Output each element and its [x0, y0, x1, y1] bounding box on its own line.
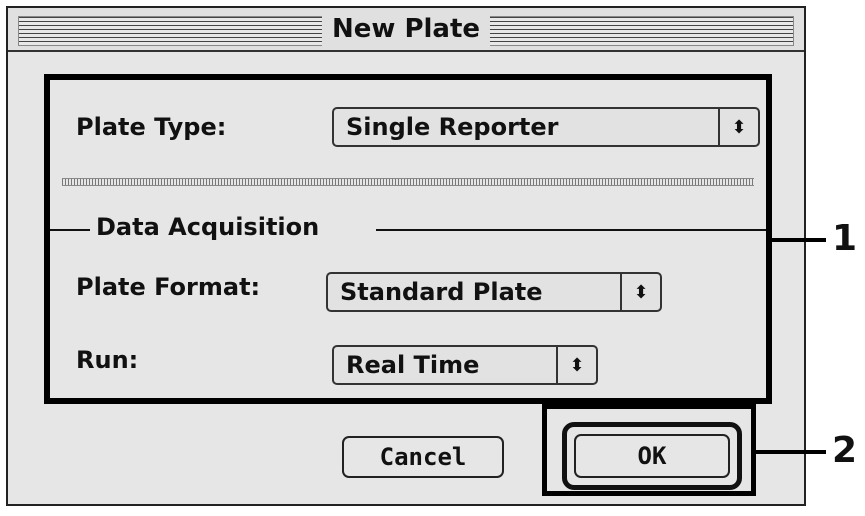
up-down-arrows-icon: ⬍: [620, 274, 660, 310]
plate-type-label: Plate Type:: [76, 113, 227, 141]
window-title: New Plate: [321, 10, 491, 48]
group-border-right: [376, 229, 766, 231]
settings-panel: Plate Type: Single Reporter ⬍ Data Acqui…: [44, 74, 772, 404]
cancel-button[interactable]: Cancel: [342, 436, 504, 478]
run-select[interactable]: Real Time ⬍: [332, 345, 598, 385]
run-value: Real Time: [346, 351, 480, 379]
plate-format-value: Standard Plate: [340, 278, 543, 306]
callout-number-1: 1: [832, 218, 858, 259]
plate-type-select[interactable]: Single Reporter ⬍: [332, 107, 760, 147]
callout-line-2: [756, 450, 826, 454]
callout-line-1: [770, 238, 826, 242]
plate-format-select[interactable]: Standard Plate ⬍: [326, 272, 662, 312]
callout-number-2: 2: [832, 430, 858, 471]
group-border-left: [50, 229, 90, 231]
section-divider: [62, 178, 754, 186]
plate-format-label: Plate Format:: [76, 273, 261, 301]
up-down-arrows-icon: ⬍: [556, 347, 596, 383]
title-bar[interactable]: New Plate: [8, 8, 804, 52]
up-down-arrows-icon: ⬍: [718, 109, 758, 145]
data-acquisition-title: Data Acquisition: [96, 213, 320, 241]
run-label: Run:: [76, 346, 139, 374]
plate-type-value: Single Reporter: [346, 113, 559, 141]
callout-box-2: [542, 404, 756, 496]
